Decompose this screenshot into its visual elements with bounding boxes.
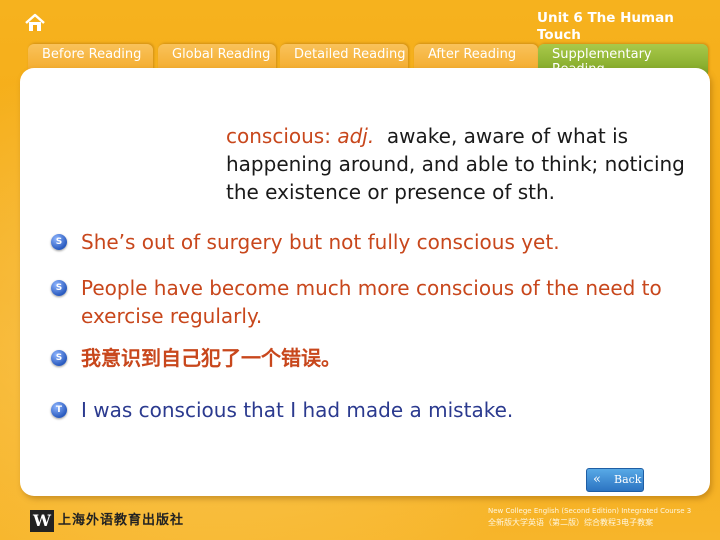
bullet-s-icon: S <box>51 350 67 366</box>
footer-credit: New College English (Second Edition) Int… <box>488 506 718 528</box>
home-icon[interactable] <box>24 12 46 34</box>
tab-label: After Reading <box>428 47 517 62</box>
back-button-label: Back <box>614 473 642 486</box>
tab-label: Before Reading <box>42 47 142 62</box>
unit-title: Unit 6 The Human Touch <box>537 10 674 43</box>
definition-word: conscious: <box>226 124 331 148</box>
translation-prompt: 我意识到自己犯了一个错误。 <box>81 346 341 370</box>
example-sentence: She’s out of surgery but not fully consc… <box>81 230 560 254</box>
back-button[interactable]: « Back <box>586 468 644 492</box>
tab-label: Detailed Reading <box>294 47 406 62</box>
translation-answer: I was conscious that I had made a mistak… <box>81 398 514 422</box>
tab-label: Global Reading <box>172 47 271 62</box>
example-sentence: People have become much more conscious o… <box>81 276 662 328</box>
bullet-s-icon: S <box>51 234 67 250</box>
definition: conscious: adj. awake, aware of what is … <box>226 122 720 206</box>
bullet-t-icon: T <box>51 402 67 418</box>
footer-line-en: New College English (Second Edition) Int… <box>488 507 692 515</box>
logo-mark: W <box>30 510 54 532</box>
footer-line-cn: 全新版大学英语（第二版）综合教程3电子教案 <box>488 518 654 527</box>
logo-text: 上海外语教育出版社 <box>58 513 185 528</box>
bullet-s-icon: S <box>51 280 67 296</box>
definition-pos: adj. <box>337 124 375 148</box>
double-chevron-left-icon: « <box>593 472 601 487</box>
